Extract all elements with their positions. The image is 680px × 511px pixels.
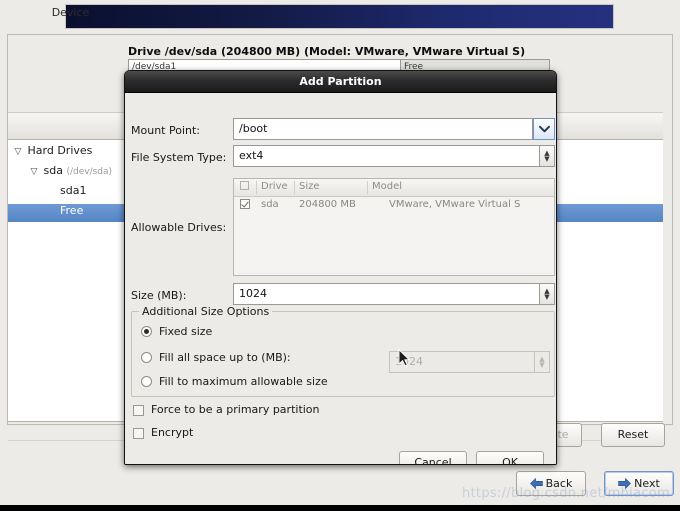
tree-row-label: sda1	[60, 184, 87, 197]
column-header-device[interactable]: Device	[8, 6, 133, 19]
drives-header-check-cell[interactable]	[240, 181, 249, 192]
chevron-down-icon: ▼	[539, 361, 545, 369]
encrypt-label[interactable]: Encrypt	[151, 426, 193, 439]
chevron-down-icon: ▼	[544, 155, 550, 163]
cancel-button[interactable]: Cancel	[399, 451, 467, 464]
encrypt-checkbox[interactable]	[133, 428, 144, 439]
chevron-down-icon: ▼	[544, 293, 550, 301]
fill-up-to-input: 1024	[389, 351, 535, 373]
drive-row-checkbox-cell[interactable]	[240, 199, 250, 211]
radio-fixed-size[interactable]	[141, 326, 152, 337]
arrow-left-icon	[529, 477, 543, 490]
radio-fixed-size-label[interactable]: Fixed size	[159, 325, 212, 338]
header-divider-2[interactable]	[294, 181, 295, 194]
mount-point-label: Mount Point:	[131, 124, 200, 137]
force-primary-checkbox[interactable]	[133, 405, 144, 416]
expander-icon[interactable]: ▽	[12, 147, 24, 157]
screen-bottom-strip	[0, 505, 680, 511]
radio-fill-all-space-up-to[interactable]	[141, 352, 152, 363]
allowable-drives-list[interactable]: Drive Size Model sda 204800 MB VMware, V…	[233, 178, 555, 276]
expander-icon[interactable]: ▽	[28, 167, 40, 177]
tree-row-label: Hard Drives	[27, 144, 93, 157]
arrow-right-icon	[618, 477, 632, 490]
back-button-label: Back	[545, 477, 573, 490]
allowable-drives-label: Allowable Drives:	[131, 221, 227, 234]
header-divider-3[interactable]	[367, 181, 368, 194]
drive-checkbox-icon[interactable]	[240, 199, 250, 209]
file-system-type-stepper[interactable]: ▲ ▼	[540, 145, 555, 167]
mount-point-input[interactable]: /boot	[233, 118, 533, 140]
tree-row-label: sda	[43, 164, 63, 177]
next-button[interactable]: Next	[604, 471, 674, 496]
reset-button[interactable]: Reset	[601, 423, 665, 447]
drives-header-drive[interactable]: Drive	[261, 181, 288, 192]
size-label: Size (MB):	[131, 289, 187, 302]
dialog-body: Mount Point: /boot File System Type: ext…	[125, 93, 556, 464]
screen: Drive /dev/sda (204800 MB) (Model: VMwar…	[0, 0, 680, 511]
header-divider-1[interactable]	[256, 181, 257, 194]
next-button-label: Next	[634, 477, 660, 490]
dialog-titlebar: Add Partition	[125, 71, 556, 93]
back-button[interactable]: Back	[516, 471, 586, 496]
radio-fill-to-maximum[interactable]	[141, 376, 152, 387]
drive-caption: Drive /dev/sda (204800 MB) (Model: VMwar…	[128, 45, 526, 58]
drives-table-row[interactable]: sda 204800 MB VMware, VMware Virtual S	[234, 197, 554, 215]
tree-row-label: Free	[60, 204, 84, 217]
radio-fill-all-space-up-to-label[interactable]: Fill all space up to (MB):	[159, 351, 291, 364]
drives-table-header: Drive Size Model	[234, 179, 554, 197]
add-partition-dialog: Add Partition Mount Point: /boot File Sy…	[124, 70, 557, 465]
drive-row-size: 204800 MB	[299, 199, 356, 210]
tree-row-devpath: (/dev/sda)	[66, 167, 113, 177]
chevron-down-icon	[538, 125, 550, 133]
ok-button[interactable]: OK	[476, 451, 544, 464]
mount-point-dropdown-button[interactable]	[533, 118, 555, 140]
size-input[interactable]: 1024	[233, 283, 540, 305]
drive-row-name: sda	[261, 199, 279, 210]
drive-row-model: VMware, VMware Virtual S	[389, 199, 521, 210]
fill-up-to-stepper: ▲ ▼	[535, 351, 550, 373]
size-stepper[interactable]: ▲ ▼	[540, 283, 555, 305]
force-primary-label[interactable]: Force to be a primary partition	[151, 403, 320, 416]
drives-header-size[interactable]: Size	[299, 181, 320, 192]
installer-banner	[65, 4, 614, 29]
file-system-type-label: File System Type:	[131, 151, 227, 164]
additional-size-options-title: Additional Size Options	[139, 305, 273, 318]
file-system-type-select[interactable]: ext4	[233, 145, 540, 167]
drives-header-model[interactable]: Model	[372, 181, 402, 192]
radio-fill-to-maximum-label[interactable]: Fill to maximum allowable size	[159, 375, 328, 388]
select-all-checkbox-icon[interactable]	[240, 181, 249, 190]
